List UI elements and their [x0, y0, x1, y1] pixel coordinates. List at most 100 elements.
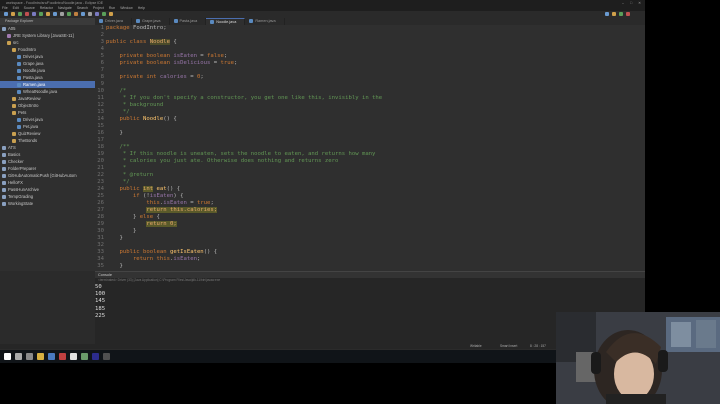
toolbar-button-icon[interactable] [11, 12, 15, 16]
line-number: 13 [97, 109, 104, 115]
toolbar-button-icon[interactable] [67, 12, 71, 16]
line-number: 8 [100, 74, 104, 80]
tree-item-label: Pet.java [23, 124, 39, 129]
code-line: 17 [95, 137, 645, 144]
package-icon [12, 110, 16, 115]
toolbar-button-icon[interactable] [18, 12, 22, 16]
obs-icon[interactable] [103, 353, 110, 360]
project-icon [2, 180, 6, 185]
code-token: private boolean [106, 60, 174, 66]
tab-noodle-java[interactable]: Noodle.java [206, 18, 246, 25]
code-line: 18 /** [95, 144, 645, 151]
tree-item[interactable]: HelloFX [0, 179, 95, 186]
toolbar-button-icon[interactable] [32, 12, 36, 16]
code-token: return this.calories; [146, 207, 218, 213]
line-number: 26 [97, 200, 104, 206]
toolbar-button-icon[interactable] [46, 12, 50, 16]
code-line: 14 public Noodle() { [95, 116, 645, 123]
tab-grape-java[interactable]: Grape.java [132, 18, 170, 25]
code-token: () { [166, 186, 181, 192]
tree-item[interactable]: TempGrading [0, 193, 95, 200]
tab-ramen-java[interactable]: Ramen.java [245, 18, 285, 25]
tree-item[interactable]: Pet.java [0, 123, 95, 130]
toolbar-button-icon[interactable] [60, 12, 64, 16]
tree-item[interactable]: Noodle.java [0, 67, 95, 74]
project-icon [2, 194, 6, 199]
code-token: * background [106, 102, 164, 108]
code-line: 10 /* [95, 88, 645, 95]
line-number: 1 [100, 25, 104, 31]
tree-item[interactable]: TheBonds [0, 137, 95, 144]
tree-item[interactable]: WorkingState [0, 200, 95, 207]
code-token: ; [196, 256, 201, 262]
app-icon[interactable] [81, 353, 88, 360]
windows-start-icon[interactable] [4, 353, 11, 360]
toolbar-button-icon[interactable] [81, 12, 85, 16]
tree-item[interactable]: GitHubAutomaticPush [GitHubAutom [0, 172, 95, 179]
tree-item[interactable]: Pasta.java [0, 74, 95, 81]
tree-item[interactable]: Ramen.java [0, 81, 95, 88]
code-token: } [106, 235, 123, 241]
line-number: 35 [97, 263, 104, 269]
tree-item[interactable]: Grape.java [0, 60, 95, 67]
perspective-icon[interactable] [612, 12, 616, 16]
toolbar-button-icon[interactable] [4, 12, 8, 16]
toolbar-button-icon[interactable] [25, 12, 29, 16]
tree-item[interactable]: Checker [0, 158, 95, 165]
tree-item-label: Driver.java [23, 54, 43, 59]
tree-item[interactable]: PassHunArchive [0, 186, 95, 193]
tree-item[interactable]: ObjectIntro [0, 102, 95, 109]
tree-item-label: QuizReview [18, 131, 41, 136]
tree-item[interactable]: WheatNoodle.java [0, 88, 95, 95]
code-line: 30 } [95, 228, 645, 235]
tree-item[interactable]: FolderPreparer [0, 165, 95, 172]
folder-icon [7, 40, 11, 45]
perspective-icon[interactable] [605, 12, 609, 16]
tree-item[interactable]: Driver.java [0, 53, 95, 60]
toolbar-button-icon[interactable] [39, 12, 43, 16]
code-line: 21 * [95, 165, 645, 172]
tab-driver-java[interactable]: Driver.java [95, 18, 132, 25]
store-icon[interactable] [48, 353, 55, 360]
tree-item[interactable]: JRE System Library [JavaSE-11] [0, 32, 95, 39]
line-number: 14 [97, 116, 104, 122]
tree-item[interactable]: src [0, 39, 95, 46]
line-number: 32 [97, 242, 104, 248]
code-text: } [106, 130, 122, 137]
tree-item-label: Pets [18, 110, 27, 115]
tree-item[interactable]: Basics [0, 151, 95, 158]
tree-item[interactable]: A05 [0, 25, 95, 32]
status-writable: Writable [470, 344, 482, 348]
tab-pasta-java[interactable]: Pasta.java [170, 18, 207, 25]
toolbar-button-icon[interactable] [102, 12, 106, 16]
tree-item[interactable]: ATS [0, 144, 95, 151]
task-view-icon[interactable] [26, 353, 33, 360]
search-icon[interactable] [15, 353, 22, 360]
perspective-icon[interactable] [626, 12, 630, 16]
tree-item[interactable]: FoodIntro [0, 46, 95, 53]
windows-taskbar [0, 350, 645, 363]
tree-item-label: FoodIntro [18, 47, 36, 52]
toolbar-button-icon[interactable] [109, 12, 113, 16]
eclipse-icon[interactable] [92, 353, 99, 360]
toolbar-button-icon[interactable] [88, 12, 92, 16]
tree-item[interactable]: JavaReview [0, 95, 95, 102]
toolbar-button-icon[interactable] [53, 12, 57, 16]
toolbar-button-icon[interactable] [95, 12, 99, 16]
toolbar-button-icon[interactable] [74, 12, 78, 16]
tree-item[interactable]: QuizReview [0, 130, 95, 137]
tree-item[interactable]: Pets [0, 109, 95, 116]
file-explorer-icon[interactable] [37, 353, 44, 360]
chrome-icon[interactable] [70, 353, 77, 360]
tree-item-label: JRE System Library [JavaSE-11] [13, 33, 74, 38]
tree-item[interactable]: Driver.java [0, 116, 95, 123]
line-number: 18 [97, 144, 104, 150]
code-text: } [106, 228, 136, 235]
perspective-icon[interactable] [619, 12, 623, 16]
code-text: private boolean isDelicious = true; [106, 60, 237, 67]
code-token: = [210, 60, 221, 66]
code-editor[interactable]: 1 package FoodIntro; 2 3 public class Noodle… [95, 25, 645, 271]
code-token: * If you don't specify a constructor, yo… [106, 95, 383, 101]
app-icon[interactable] [59, 353, 66, 360]
code-token: isDelicious [173, 60, 211, 66]
